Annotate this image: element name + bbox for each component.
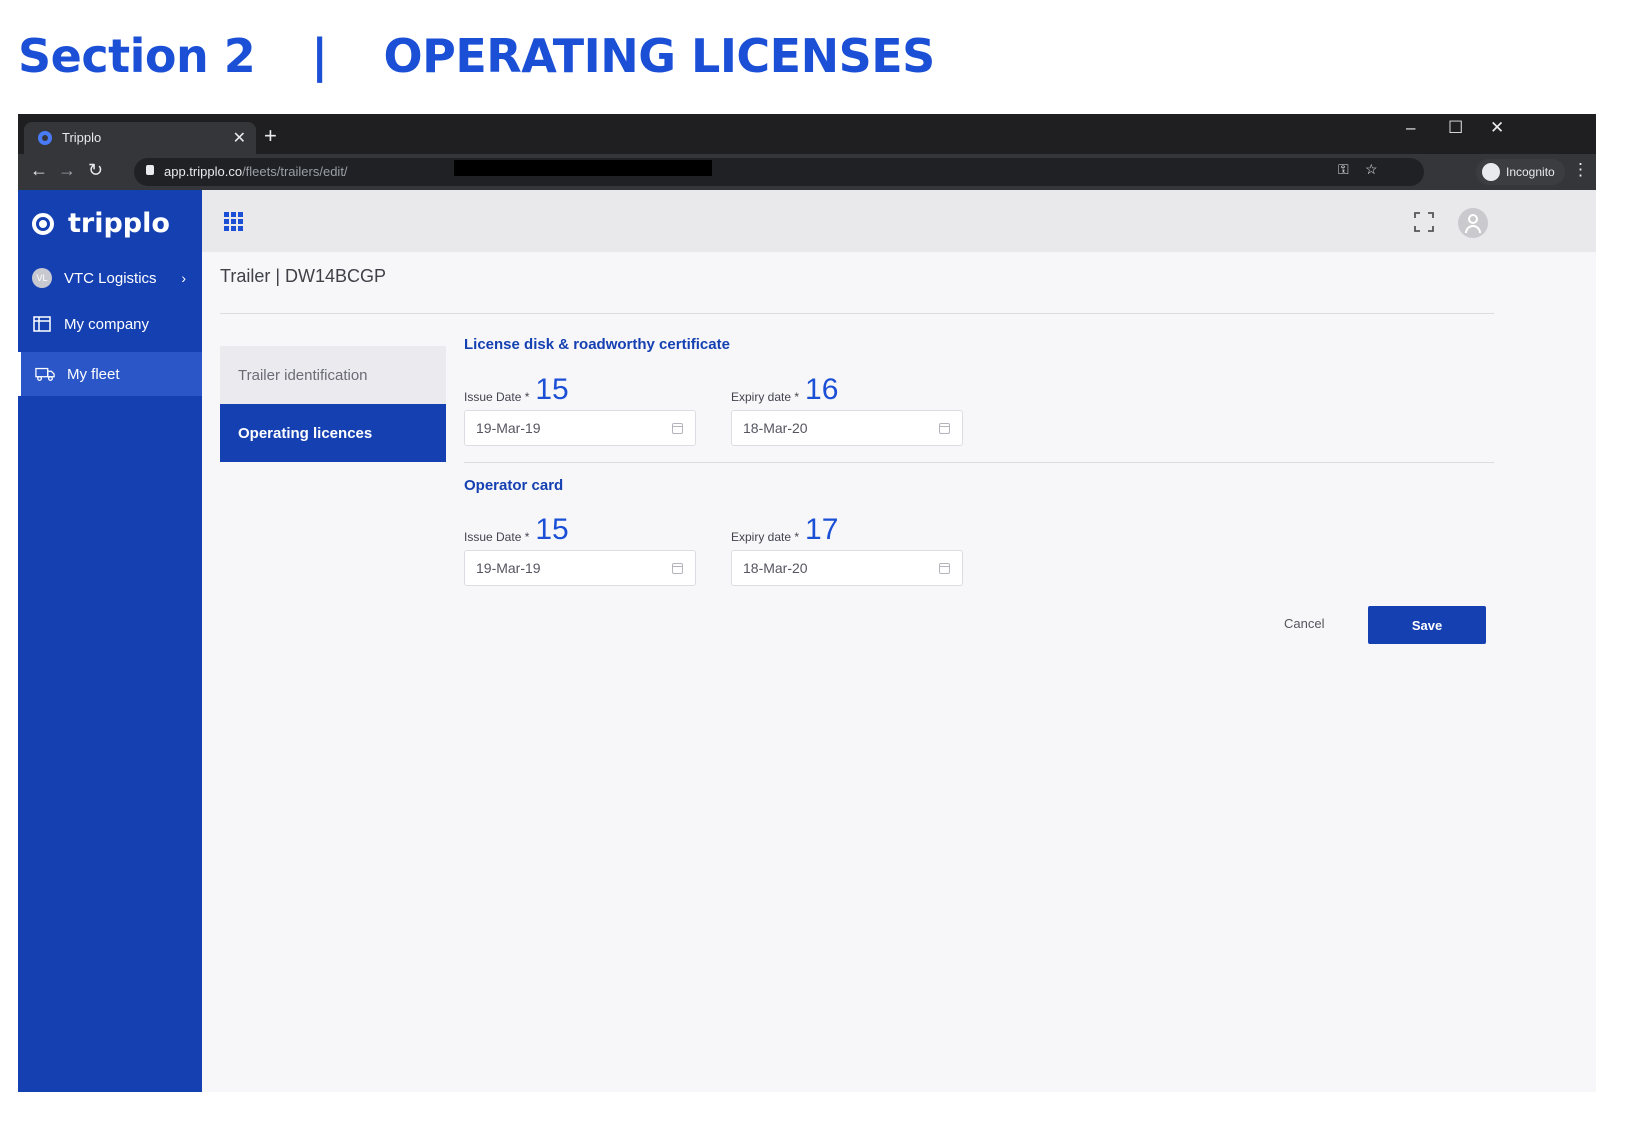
- title-divider: [220, 313, 1494, 314]
- app-top-bar: [202, 190, 1596, 252]
- tab-title: Tripplo: [62, 130, 102, 145]
- annotation-number: 16: [805, 373, 839, 406]
- logo-icon: [32, 212, 54, 235]
- company-avatar: VL: [32, 268, 52, 288]
- calendar-icon[interactable]: [939, 563, 950, 574]
- redacted-url-segment: [454, 160, 712, 176]
- company-icon: [32, 314, 52, 334]
- sidebar-item-label: My fleet: [67, 365, 120, 383]
- section-label: Section 2: [18, 29, 256, 83]
- operator-expiry-date-field[interactable]: 18-Mar-20: [731, 550, 963, 586]
- reload-icon[interactable]: ↻: [88, 160, 103, 181]
- calendar-icon[interactable]: [672, 563, 683, 574]
- browser-tab-strip: Tripplo ✕ + – ☐ ✕: [18, 114, 1596, 154]
- maximize-icon[interactable]: ☐: [1448, 118, 1463, 138]
- key-icon[interactable]: ⚿: [1338, 161, 1349, 178]
- operator-issue-date-field[interactable]: 19-Mar-19: [464, 550, 696, 586]
- license-disk-section-title: License disk & roadworthy certificate: [464, 336, 730, 353]
- operator-card-section-title: Operator card: [464, 477, 564, 494]
- browser-toolbar: ← → ↻ app.tripplo.co/fleets/trailers/edi…: [18, 154, 1596, 190]
- apps-grid-icon[interactable]: [224, 212, 243, 231]
- address-bar[interactable]: app.tripplo.co/fleets/trailers/edit/: [134, 158, 1424, 186]
- logo-text: tripplo: [68, 208, 170, 239]
- url-text: app.tripplo.co/fleets/trailers/edit/: [164, 164, 348, 179]
- sidebar-item-my-fleet[interactable]: My fleet: [18, 352, 202, 396]
- incognito-icon: [1482, 163, 1500, 181]
- window-close-icon[interactable]: ✕: [1490, 118, 1504, 138]
- sidebar-item-label: My company: [64, 315, 150, 333]
- user-avatar-icon[interactable]: [1458, 208, 1488, 238]
- minimize-icon[interactable]: –: [1406, 118, 1415, 138]
- back-arrow-icon[interactable]: ←: [30, 160, 48, 181]
- browser-tab[interactable]: Tripplo ✕: [24, 122, 256, 154]
- truck-icon: [35, 364, 55, 384]
- license-expiry-date-field[interactable]: 18-Mar-20: [731, 410, 963, 446]
- operator-expiry-date-label: Expiry date * 17: [731, 513, 839, 546]
- calendar-icon[interactable]: [672, 423, 683, 434]
- section-title: OPERATING LICENSES: [383, 29, 936, 83]
- chevron-right-icon: ›: [181, 270, 186, 286]
- sidebar-item-label: VTC Logistics: [64, 269, 157, 287]
- browser-menu-icon[interactable]: ⋮: [1572, 160, 1589, 180]
- lock-icon: [146, 165, 154, 175]
- heading-separator: |: [311, 29, 328, 83]
- new-tab-button[interactable]: +: [264, 123, 277, 149]
- tab-close-icon[interactable]: ✕: [233, 128, 246, 148]
- operator-issue-date-label: Issue Date * 15: [464, 513, 569, 546]
- license-issue-date-label: Issue Date * 15: [464, 373, 569, 406]
- section-divider: [464, 462, 1494, 463]
- cancel-button[interactable]: Cancel: [1280, 614, 1328, 633]
- page-title: Trailer | DW14BCGP: [220, 266, 387, 286]
- sidebar-item-my-company[interactable]: My company: [18, 302, 202, 346]
- sidebar-item-company-switcher[interactable]: VL VTC Logistics ›: [18, 256, 202, 300]
- tab-operating-licences[interactable]: Operating licences: [220, 404, 446, 462]
- forward-arrow-icon[interactable]: →: [58, 160, 76, 181]
- annotation-number: 15: [535, 373, 569, 406]
- incognito-label: Incognito: [1506, 165, 1555, 179]
- calendar-icon[interactable]: [939, 423, 950, 434]
- browser-screenshot: Tripplo ✕ + – ☐ ✕ ← → ↻ app.tripplo.co/f…: [18, 114, 1596, 1092]
- tripplo-favicon-icon: [38, 131, 52, 145]
- annotation-number: 17: [805, 513, 839, 546]
- sidebar: tripplo VL VTC Logistics › My company My…: [18, 190, 202, 1092]
- incognito-badge[interactable]: Incognito: [1476, 159, 1565, 185]
- license-expiry-date-label: Expiry date * 16: [731, 373, 839, 406]
- slide-heading: Section 2 | OPERATING LICENSES: [18, 26, 935, 86]
- save-button[interactable]: Save: [1368, 606, 1486, 644]
- tripplo-logo[interactable]: tripplo: [32, 208, 170, 239]
- bookmark-star-icon[interactable]: ☆: [1365, 161, 1378, 178]
- annotation-number: 15: [535, 513, 569, 546]
- tab-trailer-identification[interactable]: Trailer identification: [220, 346, 446, 404]
- fullscreen-icon[interactable]: [1414, 212, 1434, 232]
- license-issue-date-field[interactable]: 19-Mar-19: [464, 410, 696, 446]
